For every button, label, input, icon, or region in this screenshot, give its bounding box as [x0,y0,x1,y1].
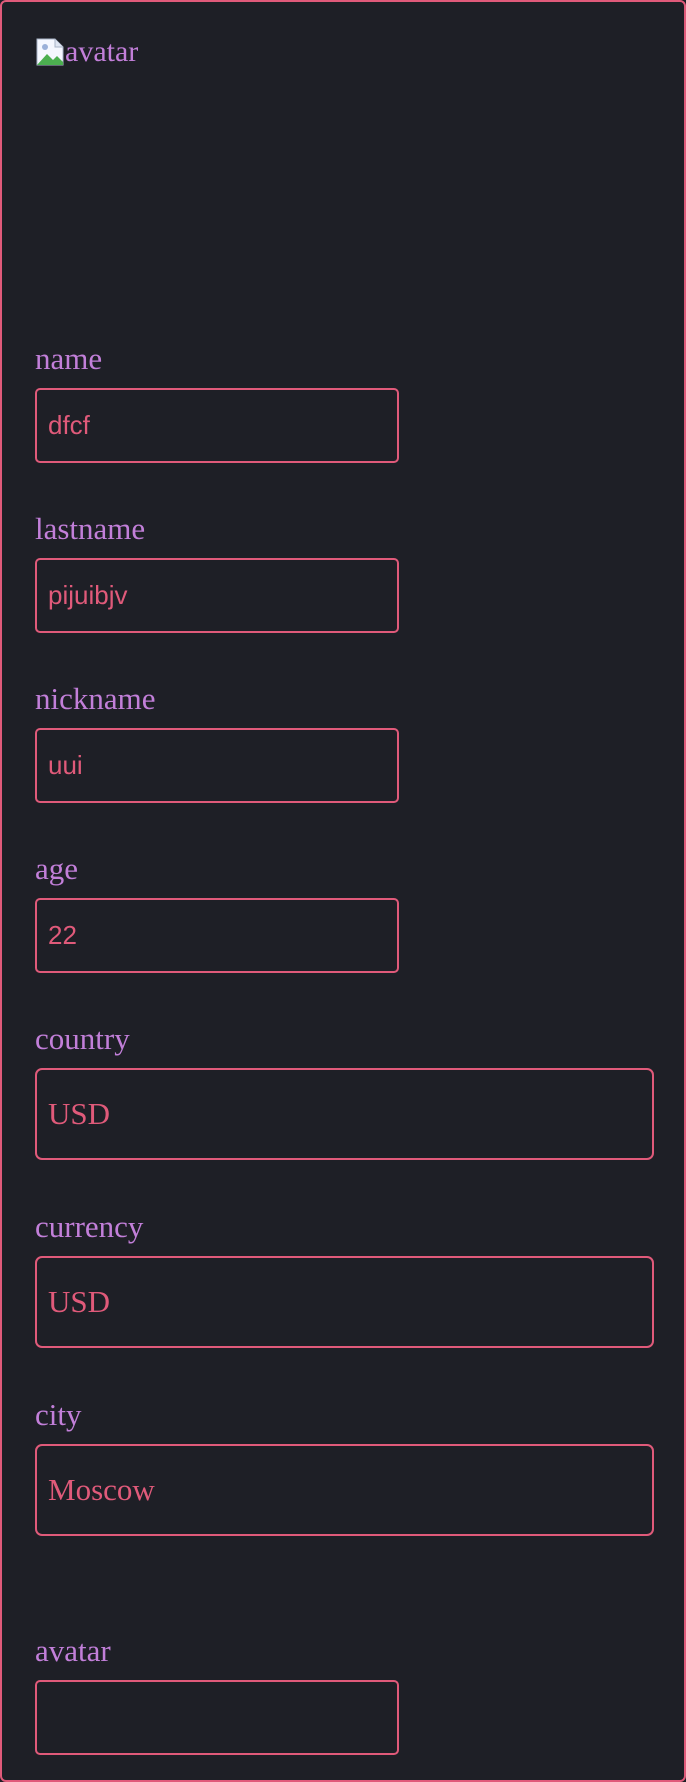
currency-select[interactable]: USD [35,1256,654,1348]
age-field-group: age 22 [35,852,399,973]
currency-select-value: USD [48,1284,111,1319]
avatar-label: avatar [35,1633,111,1668]
country-label: country [35,1021,130,1056]
nickname-label: nickname [35,681,156,716]
avatar-input[interactable] [35,1680,399,1755]
age-label: age [35,851,79,886]
name-input[interactable]: dfcf [35,388,399,463]
lastname-input-value: pijuibjv [48,580,128,610]
name-input-value: dfcf [48,410,90,440]
nickname-input[interactable]: uui [35,728,399,803]
age-input[interactable]: 22 [35,898,399,973]
name-label: name [35,341,103,376]
country-select[interactable]: USD [35,1068,654,1160]
lastname-input[interactable]: pijuibjv [35,558,399,633]
city-field-group: city Moscow [35,1398,654,1536]
nickname-input-value: uui [48,750,83,780]
profile-card: avatar name dfcf lastname pijuibjv nickn… [0,0,686,1782]
currency-field-group: currency USD [35,1210,654,1348]
nickname-field-group: nickname uui [35,682,399,803]
currency-label: currency [35,1209,144,1244]
broken-image-icon [35,37,65,67]
country-select-value: USD [48,1096,111,1131]
avatar-alt-text: avatar [65,35,139,68]
city-select[interactable]: Moscow [35,1444,654,1536]
lastname-label: lastname [35,511,146,546]
lastname-field-group: lastname pijuibjv [35,512,399,633]
avatar: avatar [35,35,138,69]
name-field-group: name dfcf [35,342,399,463]
avatar-field-group: avatar [35,1634,399,1755]
city-label: city [35,1397,82,1432]
country-field-group: country USD [35,1022,654,1160]
city-select-value: Moscow [48,1472,155,1507]
age-input-value: 22 [48,920,77,950]
